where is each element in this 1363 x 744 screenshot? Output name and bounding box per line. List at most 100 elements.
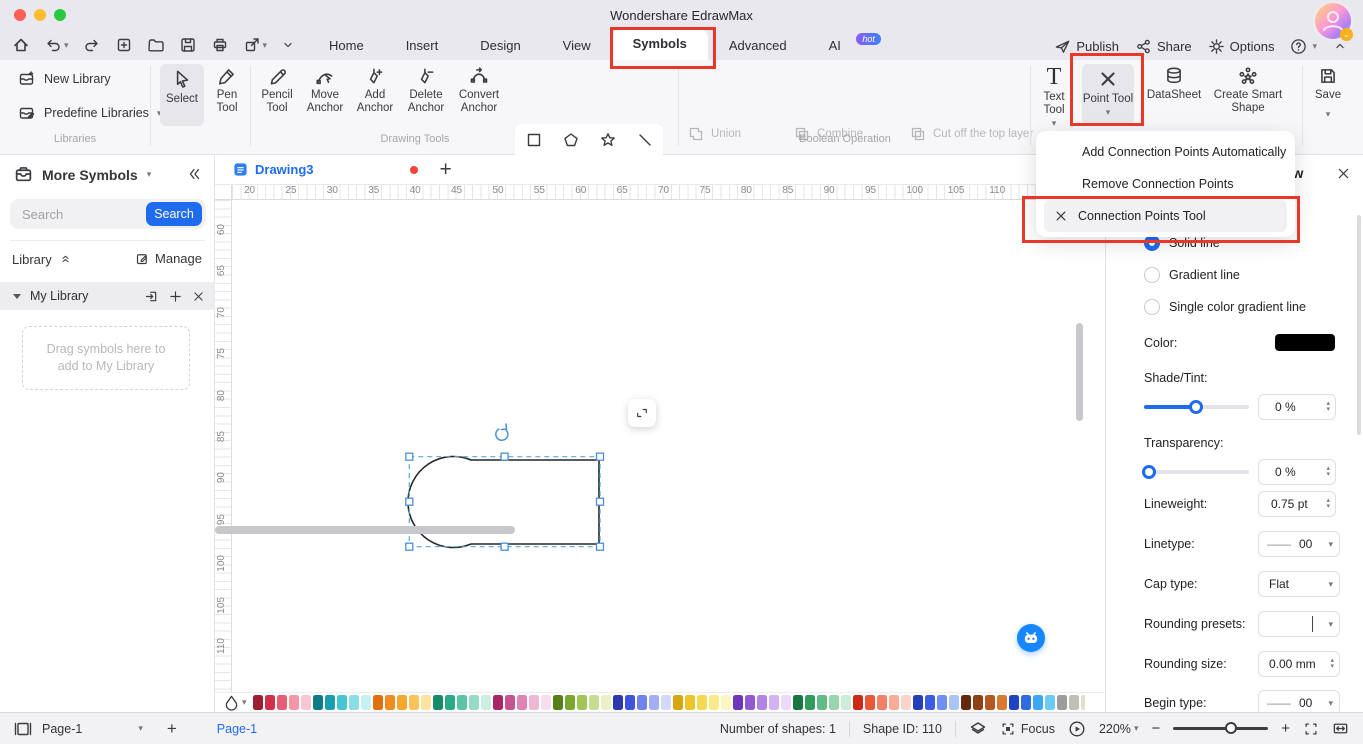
color-swatch[interactable]: [576, 695, 587, 710]
color-swatch[interactable]: [684, 695, 695, 710]
color-swatch[interactable]: [780, 695, 791, 710]
color-swatch[interactable]: [396, 695, 407, 710]
color-swatch[interactable]: [1056, 695, 1067, 710]
color-swatch[interactable]: [432, 695, 443, 710]
menu-item-connection-points-tool[interactable]: Connection Points Tool: [1044, 200, 1287, 232]
line-shape-button[interactable]: [637, 132, 653, 148]
select-tool-button[interactable]: Select: [160, 64, 204, 126]
color-swatch[interactable]: [456, 695, 467, 710]
import-icon[interactable]: [144, 289, 159, 304]
color-swatch[interactable]: [744, 695, 755, 710]
transparency-slider[interactable]: [1142, 464, 1249, 479]
rounding-size-stepper[interactable]: 0.00 mm ▴ ▾: [1258, 651, 1340, 677]
color-swatch[interactable]: [552, 695, 563, 710]
color-swatch[interactable]: [660, 695, 671, 710]
color-swatch[interactable]: [888, 695, 899, 710]
stepper-arrows-icon[interactable]: ▴ ▾: [1330, 657, 1334, 670]
vertical-scrollbar[interactable]: [1076, 323, 1083, 421]
color-swatch[interactable]: [984, 695, 995, 710]
pentagon-shape-button[interactable]: [563, 132, 579, 148]
fit-width-icon[interactable]: [1332, 720, 1349, 737]
close-icon[interactable]: [192, 290, 205, 303]
color-swatch[interactable]: [708, 695, 719, 710]
tab-symbols[interactable]: Symbols: [611, 29, 708, 61]
color-swatch[interactable]: [648, 695, 659, 710]
color-swatch[interactable]: [948, 695, 959, 710]
delete-anchor-button[interactable]: Delete Anchor: [402, 66, 450, 115]
color-swatch[interactable]: [348, 695, 359, 710]
color-swatch[interactable]: [564, 695, 575, 710]
color-swatch[interactable]: [384, 695, 395, 710]
color-swatch[interactable]: [816, 695, 827, 710]
color-swatch[interactable]: [756, 695, 767, 710]
undo-button[interactable]: ▾: [44, 36, 69, 54]
text-tool-button[interactable]: T Text Tool ▾: [1032, 65, 1076, 129]
color-swatch[interactable]: [504, 695, 515, 710]
export-button[interactable]: ▾: [243, 36, 268, 54]
color-swatch[interactable]: [588, 695, 599, 710]
lineweight-stepper[interactable]: 0.75 pt ▴ ▾: [1258, 491, 1336, 517]
convert-anchor-button[interactable]: Convert Anchor: [452, 66, 506, 115]
tab-ai[interactable]: AI hot: [808, 31, 881, 60]
zoom-out-button[interactable]: −: [1151, 720, 1160, 737]
color-swatch[interactable]: [252, 695, 263, 710]
color-swatch[interactable]: [924, 695, 935, 710]
line-color-swatch[interactable]: [1275, 334, 1335, 351]
color-swatch[interactable]: [408, 695, 419, 710]
color-swatch[interactable]: [540, 695, 551, 710]
my-library-row[interactable]: My Library: [0, 282, 215, 310]
zoom-in-button[interactable]: +: [1281, 720, 1290, 737]
save-dropdown-arrow-icon[interactable]: ▾: [1326, 109, 1331, 119]
color-swatch[interactable]: [312, 695, 323, 710]
help-dropdown-arrow-icon[interactable]: ▾: [1312, 41, 1317, 52]
transparency-stepper[interactable]: 0 % ▴ ▾: [1258, 459, 1336, 485]
panels-toggle-icon[interactable]: [14, 720, 32, 738]
search-input[interactable]: [22, 204, 147, 224]
export-dropdown-arrow-icon[interactable]: ▾: [263, 40, 268, 51]
drag-drop-zone[interactable]: Drag symbols here to add to My Library: [22, 326, 190, 390]
color-swatch[interactable]: [300, 695, 311, 710]
single-color-gradient-radio[interactable]: [1144, 299, 1160, 315]
focus-button[interactable]: Focus: [1000, 721, 1055, 737]
manage-button[interactable]: Manage: [135, 251, 202, 266]
color-swatch[interactable]: [876, 695, 887, 710]
color-swatch[interactable]: [1008, 695, 1019, 710]
star-shape-button[interactable]: [600, 132, 616, 148]
predefine-libraries-button[interactable]: Predefine Libraries ▾: [18, 104, 161, 122]
move-anchor-button[interactable]: Move Anchor: [301, 66, 349, 115]
color-swatch[interactable]: [852, 695, 863, 710]
color-swatch[interactable]: [1020, 695, 1031, 710]
zoom-level-dropdown[interactable]: 220% ▾: [1099, 722, 1139, 736]
color-swatch[interactable]: [1068, 695, 1079, 710]
color-swatch[interactable]: [972, 695, 983, 710]
stepper-arrows-icon[interactable]: ▴ ▾: [1326, 465, 1330, 478]
color-swatch[interactable]: [840, 695, 851, 710]
point-tool-button[interactable]: Point Tool ▾: [1082, 64, 1134, 126]
create-smart-shape-button[interactable]: Create Smart Shape: [1206, 66, 1290, 115]
help-button[interactable]: ▾: [1290, 38, 1317, 55]
color-swatch[interactable]: [372, 695, 383, 710]
color-swatch[interactable]: [480, 695, 491, 710]
color-swatch[interactable]: [528, 695, 539, 710]
color-swatch[interactable]: [912, 695, 923, 710]
square-shape-button[interactable]: [526, 132, 542, 148]
save-button[interactable]: [179, 36, 197, 54]
fill-color-dropdown-arrow-icon[interactable]: ▾: [242, 697, 247, 708]
color-swatch[interactable]: [324, 695, 335, 710]
color-swatch[interactable]: [804, 695, 815, 710]
tab-home[interactable]: Home: [308, 31, 385, 60]
user-avatar[interactable]: ⌄: [1315, 3, 1353, 41]
save-shape-button[interactable]: Save ▾: [1306, 66, 1350, 120]
undo-dropdown-arrow-icon[interactable]: ▾: [64, 40, 69, 51]
collapse-sidebar-button[interactable]: [186, 166, 202, 182]
color-swatch[interactable]: [492, 695, 503, 710]
color-swatch[interactable]: [264, 695, 275, 710]
page-selector[interactable]: Page-1 ▾: [42, 722, 143, 736]
color-swatch[interactable]: [900, 695, 911, 710]
pen-tool-button[interactable]: Pen Tool: [207, 66, 247, 115]
tab-advanced[interactable]: Advanced: [708, 31, 808, 60]
cap-type-dropdown[interactable]: Flat ▾: [1258, 571, 1340, 597]
zoom-slider[interactable]: [1173, 722, 1269, 734]
color-swatch[interactable]: [600, 695, 611, 710]
color-swatch[interactable]: [468, 695, 479, 710]
